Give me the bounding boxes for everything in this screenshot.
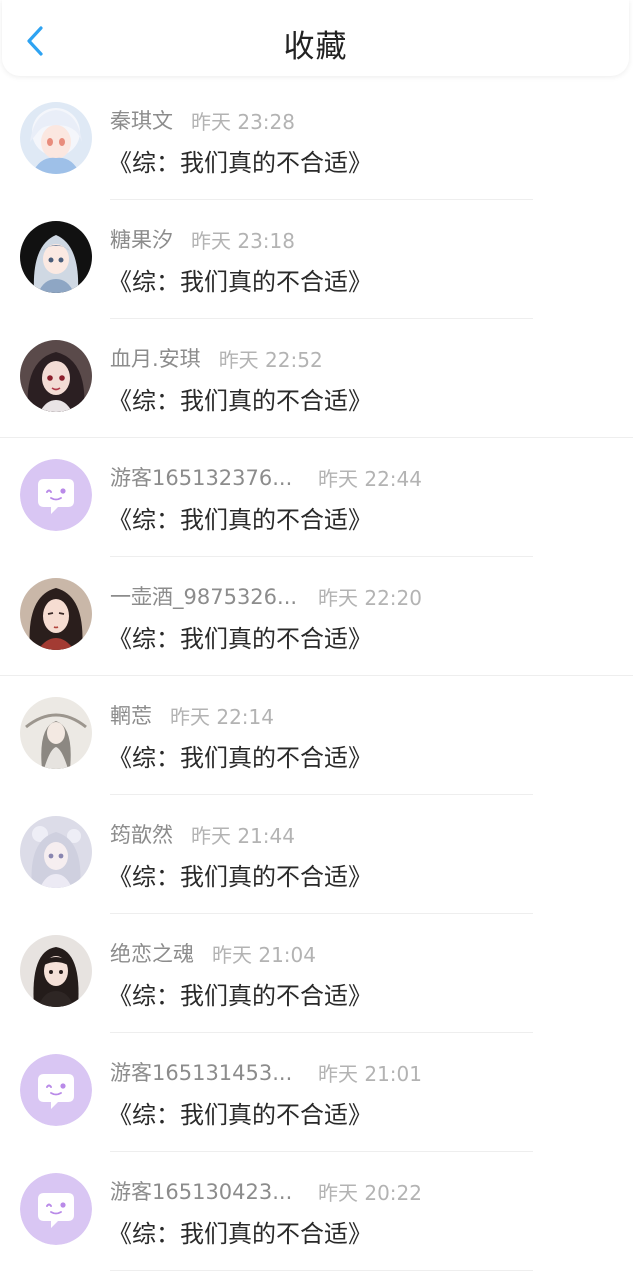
username[interactable]: 筠歆然 — [110, 819, 173, 849]
book-title[interactable]: 《综：我们真的不合适》 — [108, 262, 372, 297]
anime-girl-avatar-icon — [20, 221, 92, 293]
avatar[interactable] — [20, 459, 92, 531]
book-title[interactable]: 《综：我们真的不合适》 — [108, 738, 372, 773]
item-meta: 一壶酒_9875326... 昨天 22:20 — [110, 581, 422, 611]
timestamp: 昨天 23:18 — [191, 228, 295, 253]
avatar[interactable] — [20, 221, 92, 293]
anime-girl-avatar-icon — [20, 340, 92, 412]
username[interactable]: 糖果汐 — [110, 224, 173, 254]
default-avatar-icon — [20, 1054, 92, 1126]
list-item[interactable]: 血月.安琪 昨天 22:52 《综：我们真的不合适》 — [0, 319, 633, 438]
avatar[interactable] — [20, 697, 92, 769]
default-avatar-icon — [20, 1173, 92, 1245]
username[interactable]: 游客165132376... — [110, 462, 292, 492]
list-item[interactable]: 绝恋之魂 昨天 21:04 《综：我们真的不合适》 — [0, 914, 633, 1033]
list-item[interactable]: 游客165131453... 昨天 21:01 《综：我们真的不合适》 — [0, 1033, 633, 1152]
favorites-list: 秦琪文 昨天 23:28 《综：我们真的不合适》 糖果汐 昨天 23:18 《综… — [0, 81, 633, 1271]
timestamp: 昨天 22:20 — [318, 585, 422, 610]
photo-avatar-icon — [20, 935, 92, 1007]
item-meta: 游客165130423... 昨天 20:22 — [110, 1176, 422, 1206]
item-meta: 游客165131453... 昨天 21:01 — [110, 1057, 422, 1087]
book-title[interactable]: 《综：我们真的不合适》 — [108, 500, 372, 535]
avatar[interactable] — [20, 1173, 92, 1245]
timestamp: 昨天 22:44 — [318, 466, 422, 491]
timestamp: 昨天 23:28 — [191, 109, 295, 134]
item-meta: 糖果汐 昨天 23:18 — [110, 224, 295, 254]
anime-figure-avatar-icon — [20, 697, 92, 769]
avatar[interactable] — [20, 816, 92, 888]
username[interactable]: 游客165131453... — [110, 1057, 292, 1087]
item-meta: 游客165132376... 昨天 22:44 — [110, 462, 422, 492]
page-title: 收藏 — [283, 28, 348, 65]
username[interactable]: 游客165130423... — [110, 1176, 292, 1206]
item-meta: 血月.安琪 昨天 22:52 — [110, 343, 323, 373]
username[interactable]: 輞莣 — [110, 700, 152, 730]
book-title[interactable]: 《综：我们真的不合适》 — [108, 857, 372, 892]
timestamp: 昨天 22:14 — [170, 704, 274, 729]
item-meta: 秦琪文 昨天 23:28 — [110, 105, 295, 135]
timestamp: 昨天 21:01 — [318, 1061, 422, 1086]
anime-girl-avatar-icon — [20, 102, 92, 174]
book-title[interactable]: 《综：我们真的不合适》 — [108, 619, 372, 654]
list-item[interactable]: 一壶酒_9875326... 昨天 22:20 《综：我们真的不合适》 — [0, 557, 633, 676]
list-item[interactable]: 秦琪文 昨天 23:28 《综：我们真的不合适》 — [0, 81, 633, 200]
username[interactable]: 秦琪文 — [110, 105, 173, 135]
avatar[interactable] — [20, 578, 92, 650]
list-item[interactable]: 筠歆然 昨天 21:44 《综：我们真的不合适》 — [0, 795, 633, 914]
timestamp: 昨天 21:04 — [212, 942, 316, 967]
username[interactable]: 绝恋之魂 — [110, 938, 194, 968]
timestamp: 昨天 22:52 — [218, 347, 323, 372]
top-bar: 收藏 — [2, 0, 629, 76]
avatar[interactable] — [20, 340, 92, 412]
timestamp: 昨天 21:44 — [191, 823, 295, 848]
item-meta: 筠歆然 昨天 21:44 — [110, 819, 295, 849]
avatar[interactable] — [20, 935, 92, 1007]
list-item[interactable]: 輞莣 昨天 22:14 《综：我们真的不合适》 — [0, 676, 633, 795]
avatar[interactable] — [20, 1054, 92, 1126]
item-meta: 輞莣 昨天 22:14 — [110, 700, 274, 730]
anime-man-avatar-icon — [20, 578, 92, 650]
book-title[interactable]: 《综：我们真的不合适》 — [108, 1214, 372, 1249]
default-avatar-icon — [20, 459, 92, 531]
list-item[interactable]: 游客165130423... 昨天 20:22 《综：我们真的不合适》 — [0, 1152, 633, 1271]
book-title[interactable]: 《综：我们真的不合适》 — [108, 381, 372, 416]
book-title[interactable]: 《综：我们真的不合适》 — [108, 143, 372, 178]
avatar[interactable] — [20, 102, 92, 174]
divider — [110, 1270, 533, 1271]
username[interactable]: 一壶酒_9875326... — [110, 581, 297, 611]
book-title[interactable]: 《综：我们真的不合适》 — [108, 1095, 372, 1130]
book-title[interactable]: 《综：我们真的不合适》 — [108, 976, 372, 1011]
item-meta: 绝恋之魂 昨天 21:04 — [110, 938, 316, 968]
anime-girl-avatar-icon — [20, 816, 92, 888]
list-item[interactable]: 游客165132376... 昨天 22:44 《综：我们真的不合适》 — [0, 438, 633, 557]
list-item[interactable]: 糖果汐 昨天 23:18 《综：我们真的不合适》 — [0, 200, 633, 319]
username[interactable]: 血月.安琪 — [110, 343, 201, 373]
timestamp: 昨天 20:22 — [318, 1180, 422, 1205]
